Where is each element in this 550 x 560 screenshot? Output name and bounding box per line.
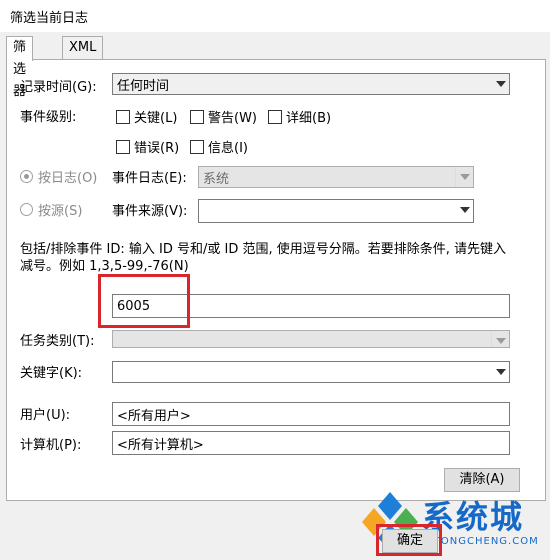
event-logs-value: 系统 xyxy=(203,172,230,187)
radio-by-log-label: 按日志(O) xyxy=(38,171,98,186)
logged-dropdown[interactable]: 任何时间 xyxy=(112,73,510,95)
checkbox-warning-label: 警告(W) xyxy=(208,111,257,126)
task-category-dropdown[interactable] xyxy=(112,330,510,348)
radio-by-log[interactable] xyxy=(20,170,33,183)
chevron-down-icon xyxy=(492,74,509,94)
checkbox-information[interactable] xyxy=(190,140,204,154)
logged-value: 任何时间 xyxy=(117,79,170,94)
checkbox-critical-label: 关键(L) xyxy=(134,111,178,126)
radio-by-source-label: 按源(S) xyxy=(38,204,83,219)
user-input[interactable] xyxy=(112,402,510,426)
event-logs-dropdown[interactable]: 系统 xyxy=(198,166,474,188)
computer-input[interactable] xyxy=(112,431,510,455)
tab-xml[interactable]: XML xyxy=(62,36,104,59)
checkbox-verbose-label: 详细(B) xyxy=(286,111,332,126)
chevron-down-icon xyxy=(456,200,473,222)
keywords-dropdown[interactable] xyxy=(112,361,510,383)
chevron-down-icon xyxy=(491,331,509,347)
checkbox-error-label: 错误(R) xyxy=(134,141,180,156)
keywords-label: 关键字(K): xyxy=(20,366,83,381)
checkbox-critical[interactable] xyxy=(116,110,130,124)
filter-dialog: 筛选当前日志 筛选器 XML 记录时间(G): 任何时间 事件级别: 关键(L)… xyxy=(0,0,550,560)
computer-field[interactable] xyxy=(113,432,509,454)
ok-highlight-box xyxy=(376,524,442,556)
checkbox-warning[interactable] xyxy=(190,110,204,124)
computer-label: 计算机(P): xyxy=(20,438,82,453)
user-field[interactable] xyxy=(113,403,509,425)
event-id-description: 包括/排除事件 ID: 输入 ID 号和/或 ID 范围, 使用逗号分隔。若要排… xyxy=(20,242,506,274)
radio-by-source[interactable] xyxy=(20,203,33,216)
checkbox-information-label: 信息(I) xyxy=(208,141,248,156)
chevron-down-icon xyxy=(455,167,473,187)
event-logs-label: 事件日志(E): xyxy=(112,171,187,186)
tab-filter[interactable]: 筛选器 xyxy=(6,36,34,99)
checkbox-error[interactable] xyxy=(116,140,130,154)
event-id-highlight-box xyxy=(98,274,190,328)
chevron-down-icon xyxy=(492,362,509,382)
user-label: 用户(U): xyxy=(20,408,71,423)
logged-label: 记录时间(G): xyxy=(20,80,97,95)
event-level-label: 事件级别: xyxy=(20,110,77,125)
title-bar: 筛选当前日志 xyxy=(0,0,550,32)
window-title: 筛选当前日志 xyxy=(10,11,89,26)
task-category-label: 任务类别(T): xyxy=(20,334,95,349)
event-sources-dropdown[interactable] xyxy=(198,199,474,223)
event-sources-label: 事件来源(V): xyxy=(112,204,188,219)
checkbox-verbose[interactable] xyxy=(268,110,282,124)
